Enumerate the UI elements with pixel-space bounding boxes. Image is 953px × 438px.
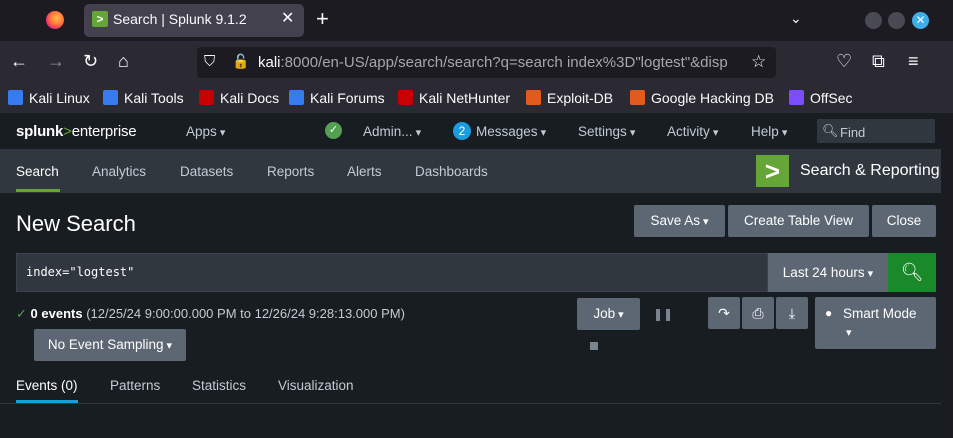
list-tabs-chevron-icon[interactable]: ⌄	[790, 10, 802, 27]
splunk-favicon-icon: >	[92, 11, 108, 27]
url-host: kali	[258, 54, 281, 71]
kali-dragon-icon	[8, 90, 23, 105]
search-mode-label: Smart Mode	[843, 306, 917, 321]
browser-tab-title: Search | Splunk 9.1.2	[113, 11, 247, 27]
event-time-range: (12/25/24 9:00:00.000 PM to 12/26/24 9:2…	[82, 306, 405, 321]
download-icon: ⤓	[788, 305, 796, 321]
check-icon: ✓	[16, 306, 27, 321]
time-range-picker[interactable]: Last 24 hours	[768, 253, 888, 292]
extensions-puzzle-icon[interactable]: ⧉	[872, 51, 885, 71]
help-menu[interactable]: Help	[751, 124, 787, 139]
result-tab-patterns[interactable]: Patterns	[110, 378, 160, 393]
settings-menu[interactable]: Settings	[578, 124, 635, 139]
page-title: New Search	[16, 211, 136, 236]
kali-forums-icon	[289, 90, 304, 105]
forward-arrow-icon[interactable]: →	[47, 51, 65, 71]
print-button[interactable]: ⎙	[742, 297, 774, 329]
new-tab-icon[interactable]: +	[316, 7, 329, 31]
event-count: 0 events	[30, 306, 83, 321]
pause-icon[interactable]: ❚❚	[653, 307, 673, 321]
tab-close-icon[interactable]: ✕	[281, 8, 294, 28]
result-tabs-divider	[0, 403, 941, 404]
activity-menu[interactable]: Activity	[667, 124, 718, 139]
chevron-down-icon: ▾	[846, 327, 852, 339]
hamburger-menu-icon[interactable]: ≡	[908, 51, 919, 71]
admin-menu[interactable]: Admin...	[363, 124, 421, 139]
share-icon: ↷	[718, 305, 730, 321]
app-tab-analytics[interactable]: Analytics	[92, 164, 146, 179]
result-tab-statistics[interactable]: Statistics	[192, 378, 246, 393]
event-sampling-dropdown[interactable]: No Event Sampling	[34, 329, 186, 361]
window-minimize-button[interactable]	[865, 12, 882, 29]
result-tab-events[interactable]: Events (0)	[16, 378, 78, 393]
window-maximize-button[interactable]	[888, 12, 905, 29]
create-table-view-button[interactable]: Create Table View	[728, 205, 869, 237]
apps-menu[interactable]: Apps	[186, 124, 225, 139]
logo-gt: >	[63, 123, 72, 140]
kali-tools-icon	[103, 90, 118, 105]
pocket-icon[interactable]: ♡	[836, 51, 852, 71]
bookmark-star-icon[interactable]: ☆	[751, 52, 766, 72]
search-icon: 🔍︎	[822, 123, 839, 138]
window-edge	[941, 113, 953, 438]
reload-icon[interactable]: ↻	[83, 51, 98, 71]
logo-enterprise: enterprise	[71, 123, 137, 140]
bookmark-item[interactable]: Kali Linux	[29, 90, 90, 106]
app-tab-search[interactable]: Search	[16, 164, 59, 179]
back-arrow-icon[interactable]: ←	[10, 51, 28, 71]
kali-docs-icon	[199, 90, 214, 105]
bookmark-item[interactable]: Exploit-DB	[547, 90, 613, 106]
home-icon[interactable]: ⌂	[118, 51, 129, 71]
nethunter-icon	[398, 90, 413, 105]
job-menu[interactable]: Job	[577, 298, 640, 330]
insecure-lock-icon[interactable]: 🔓	[232, 53, 249, 70]
find-placeholder: Find	[840, 125, 866, 140]
stop-icon[interactable]	[590, 342, 598, 350]
active-tab-underline	[16, 189, 60, 192]
search-app-icon: >	[756, 155, 789, 187]
search-mode-dropdown[interactable]	[815, 297, 936, 349]
bookmark-item[interactable]: Kali Docs	[220, 90, 279, 106]
run-search-button[interactable]: 🔍︎	[888, 253, 936, 292]
url-text[interactable]: kali:8000/en-US/app/search/search?q=sear…	[258, 54, 742, 71]
bookmark-item[interactable]: Kali NetHunter	[419, 90, 510, 106]
bookmark-item[interactable]: OffSec	[810, 90, 853, 106]
export-button[interactable]: ⤓	[776, 297, 808, 329]
lightbulb-icon: ●	[825, 306, 833, 320]
window-close-button[interactable]: ✕	[912, 12, 929, 29]
firefox-icon[interactable]	[46, 11, 64, 29]
search-query-text: index="logtest"	[26, 265, 135, 279]
ghdb-icon	[630, 90, 645, 105]
magnifier-icon: 🔍︎	[900, 262, 924, 282]
bookmark-item[interactable]: Kali Forums	[310, 90, 385, 106]
share-button[interactable]: ↷	[708, 297, 740, 329]
save-as-button[interactable]: Save As	[634, 205, 725, 237]
url-path: :8000/en-US/app/search/search?q=search i…	[280, 54, 728, 71]
logo-splunk: splunk	[16, 123, 64, 140]
app-name: Search & Reporting	[800, 162, 940, 179]
tracking-shield-icon[interactable]: ⛉	[204, 53, 215, 70]
app-tab-datasets[interactable]: Datasets	[180, 164, 233, 179]
events-status: ✓ 0 events (12/25/24 9:00:00.000 PM to 1…	[16, 306, 405, 322]
messages-menu[interactable]: Messages	[476, 124, 546, 139]
bookmark-item[interactable]: Google Hacking DB	[651, 90, 774, 106]
health-status-icon[interactable]: ✓	[325, 122, 342, 139]
result-tab-visualization[interactable]: Visualization	[278, 378, 354, 393]
bookmark-item[interactable]: Kali Tools	[124, 90, 184, 106]
close-button[interactable]: Close	[872, 205, 936, 237]
app-tab-dashboards[interactable]: Dashboards	[415, 164, 488, 179]
print-icon: ⎙	[752, 305, 764, 321]
messages-count-badge[interactable]: 2	[453, 122, 471, 140]
offsec-icon	[789, 90, 804, 105]
splunk-logo[interactable]: splunk>enterprise	[16, 123, 137, 140]
app-tab-reports[interactable]: Reports	[267, 164, 314, 179]
exploit-db-icon	[526, 90, 541, 105]
app-tab-alerts[interactable]: Alerts	[347, 164, 382, 179]
